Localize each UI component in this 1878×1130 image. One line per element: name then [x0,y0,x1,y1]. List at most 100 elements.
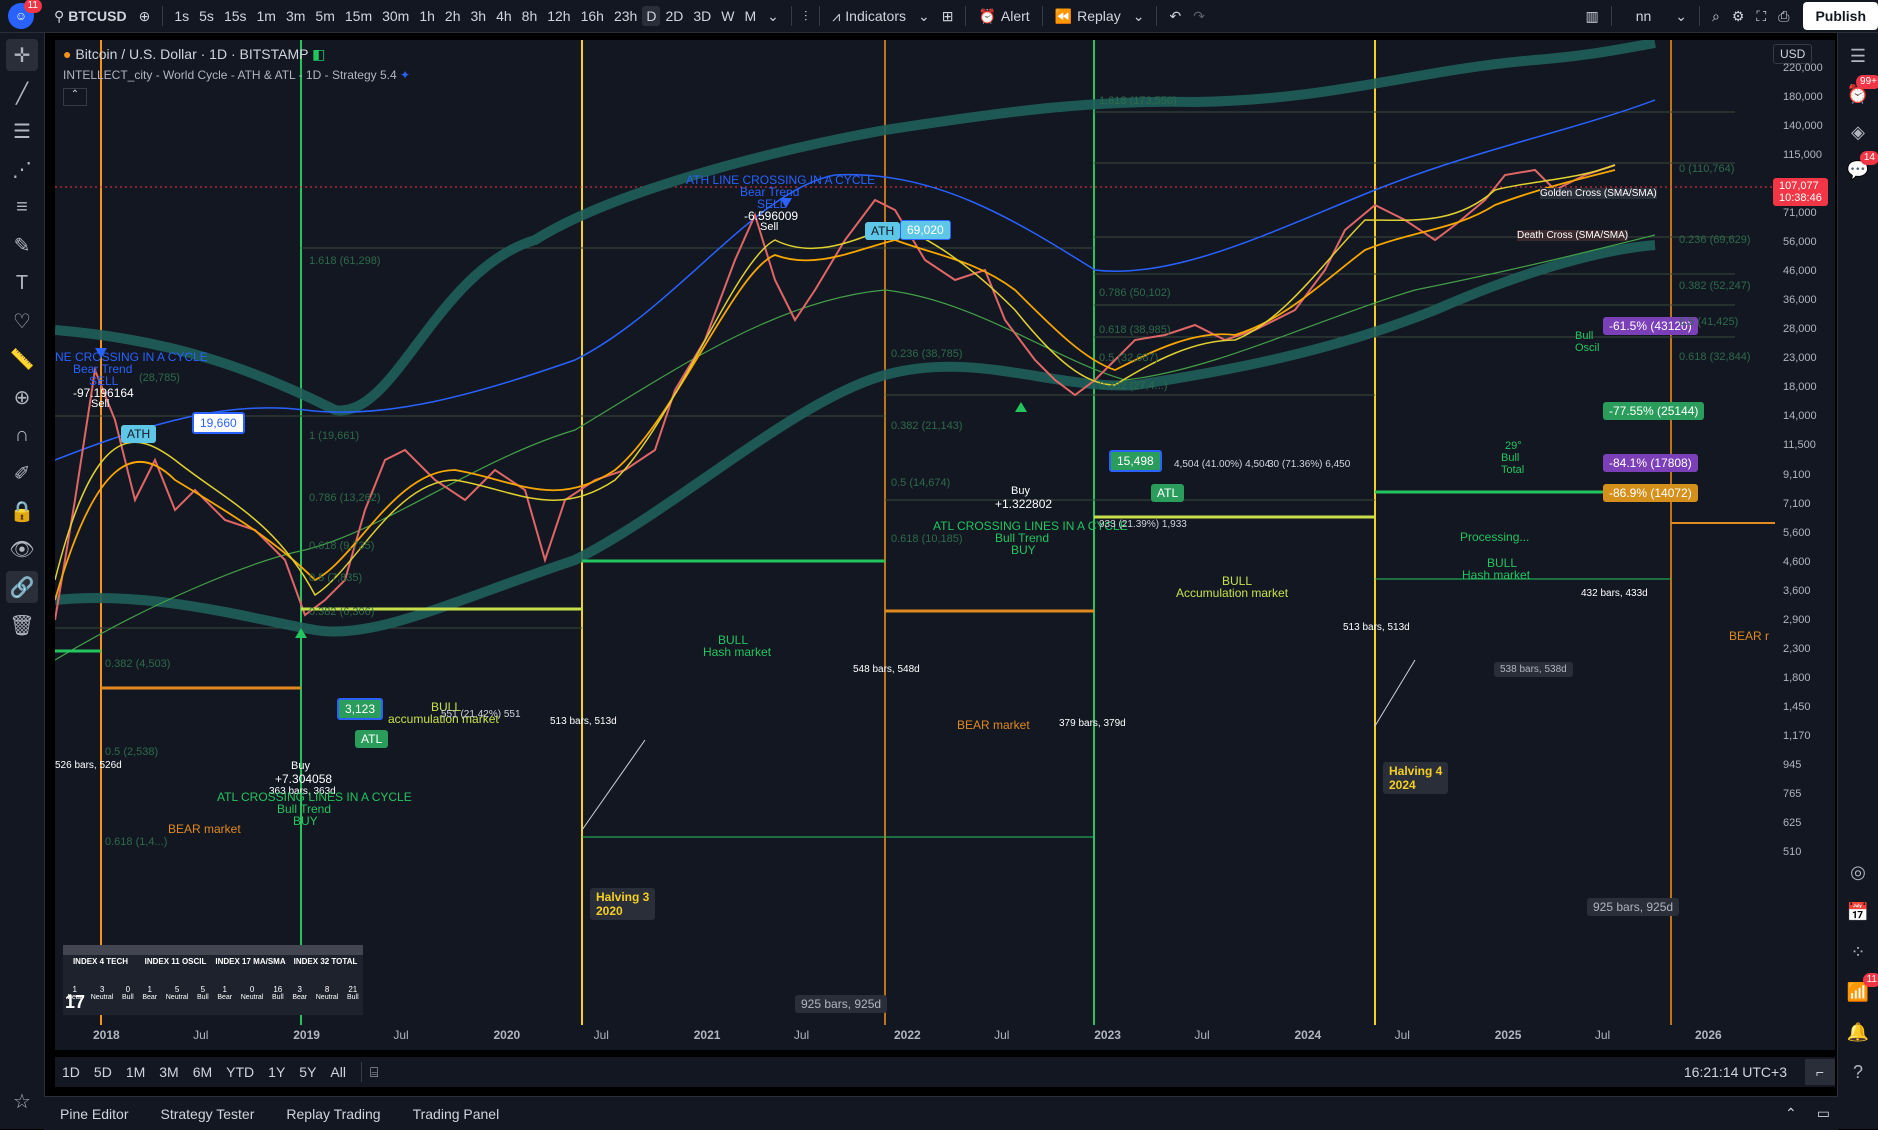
timeframe-23h[interactable]: 23h [609,0,642,32]
pattern-icon[interactable]: ⋰ [6,153,38,185]
horizontal-lines-icon[interactable]: ☰ [6,115,38,147]
go-to-date-icon[interactable]: ⌸ [370,1064,378,1081]
timeframe-2D[interactable]: 2D [660,0,688,32]
strategy-name[interactable]: INTELLECT_city - World Cycle - ATH & ATL… [63,68,397,82]
halving3-pointer [581,739,646,831]
timeframe-12h[interactable]: 12h [542,0,575,32]
collapse-panel-icon[interactable]: ⌃ [1785,1105,1797,1122]
range-All[interactable]: All [323,1064,353,1080]
timeframe-4h[interactable]: 4h [491,0,517,32]
timeframe-16h[interactable]: 16h [576,0,609,32]
fib-icon[interactable]: ≡ [6,191,38,223]
range-6M[interactable]: 6M [186,1064,219,1080]
strategy-settings-icon[interactable]: ✦ [400,68,410,82]
magnet-icon[interactable]: ∩ [6,419,38,451]
range-3M[interactable]: 3M [152,1064,185,1080]
chat-icon[interactable]: 💬 14 [1843,151,1878,185]
fib-05-mid: 0.5 (32,687) [1099,352,1159,364]
eye-icon[interactable]: 👁 [6,533,38,565]
alert-button[interactable]: ⏰ Alert [972,0,1035,32]
timeframe-5s[interactable]: 5s [194,0,219,32]
settings-gear-icon[interactable]: ⚙ [1726,0,1751,32]
user-avatar[interactable]: ☺ 11 [8,0,42,29]
star-icon[interactable]: ☆ [6,1085,38,1117]
range-1Y[interactable]: 1Y [261,1064,292,1080]
index-count-label: Neutral [315,994,339,1001]
chart-settings-icon[interactable]: ⌐ [1805,1059,1835,1085]
lock-icon[interactable]: 🔒 [6,495,38,527]
divider [162,6,164,26]
link-icon[interactable]: 🔗 [6,571,38,603]
bell-icon[interactable]: 🔔 [1843,1017,1873,1047]
divider [819,6,821,26]
timeframe-2h[interactable]: 2h [440,0,466,32]
range-1D[interactable]: 1D [55,1064,87,1080]
trash-icon[interactable]: 🗑 [6,609,38,641]
layers-icon[interactable]: ◈ [1843,117,1873,147]
notifications-badge: 11 [1862,973,1878,987]
brush-icon[interactable]: ✎ [6,229,38,261]
add-symbol-button[interactable]: ⊕ [133,0,157,32]
heart-icon[interactable]: ♡ [6,305,38,337]
symbol-search[interactable]: ⚲ BTCUSD [48,0,133,32]
timeframe-5m[interactable]: 5m [310,0,339,32]
timeframe-1h[interactable]: 1h [414,0,440,32]
collapse-legend-button[interactable]: ⌃ [63,88,87,106]
tab-pine-editor[interactable]: Pine Editor [44,1106,144,1122]
layout-name[interactable]: nn [1618,0,1670,32]
text-icon[interactable]: T [6,267,38,299]
publish-button[interactable]: Publish [1803,2,1878,30]
timeframe-3h[interactable]: 3h [466,0,492,32]
timeframe-1s[interactable]: 1s [169,0,194,32]
range-1M[interactable]: 1M [119,1064,152,1080]
indicators-dropdown-icon[interactable]: ⌄ [912,0,936,32]
signal-icon[interactable]: 📶 11 [1843,973,1878,1007]
indicators-button[interactable]: ⩘ Indicators [826,0,912,32]
watchlist-icon[interactable]: ☰ [1843,41,1873,71]
timeframe-D[interactable]: D [642,6,661,26]
timeframe-15s[interactable]: 15s [219,0,252,32]
trend-line-icon[interactable]: ╱ [6,77,38,109]
currency-selector[interactable]: USD [1773,44,1813,64]
range-YTD[interactable]: YTD [219,1064,261,1080]
maximize-panel-icon[interactable]: ▭ [1817,1105,1830,1122]
layout-grid-icon[interactable]: ▥ [1579,0,1604,32]
chart-type-icon[interactable]: ⫶ [798,0,814,32]
timeframe-3D[interactable]: 3D [688,0,716,32]
replay-dropdown-icon[interactable]: ⌄ [1127,0,1151,32]
price-tick: 7,100 [1783,497,1811,510]
timeframe-3m[interactable]: 3m [281,0,310,32]
layout-dropdown-icon[interactable]: ⌄ [1669,0,1693,32]
quick-search-icon[interactable]: ⌕ [1706,0,1726,32]
clock[interactable]: 16:21:14 UTC+3 [1684,1064,1787,1080]
chart-pane[interactable]: ● Bitcoin / U.S. Dollar · 1D · BITSTAMP … [55,40,1835,1050]
lock-pencil-icon[interactable]: ✐ [6,457,38,489]
calendar-icon[interactable]: 📅 [1843,897,1873,927]
tab-strategy-tester[interactable]: Strategy Tester [144,1106,270,1122]
target-icon[interactable]: ◎ [1843,857,1873,887]
timeframe-8h[interactable]: 8h [517,0,543,32]
undo-icon[interactable]: ↶ [1163,0,1187,32]
zoom-in-icon[interactable]: ⊕ [6,381,38,413]
timeframe-15m[interactable]: 15m [340,0,377,32]
fullscreen-icon[interactable]: ⛶ [1750,0,1772,32]
range-5Y[interactable]: 5Y [292,1064,323,1080]
templates-icon[interactable]: ⊞ [936,0,960,32]
tab-trading-panel[interactable]: Trading Panel [397,1106,516,1122]
camera-icon[interactable]: ⎙ [1772,0,1795,32]
tab-replay-trading[interactable]: Replay Trading [270,1106,396,1122]
timeframe-M[interactable]: M [739,0,761,32]
buy-signal-1: +7.304058 [275,772,333,786]
help-icon[interactable]: ? [1843,1057,1873,1087]
alerts-clock-icon[interactable]: ⏰ 99+ [1843,75,1878,109]
timeframe-W[interactable]: W [716,0,739,32]
timeframe-1m[interactable]: 1m [252,0,281,32]
apps-grid-icon[interactable]: ⁘ [1843,937,1873,967]
timeframe-dropdown-icon[interactable]: ⌄ [761,0,785,32]
range-5D[interactable]: 5D [87,1064,119,1080]
timeframe-30m[interactable]: 30m [377,0,414,32]
crosshair-icon[interactable]: ✛ [6,39,38,71]
redo-icon[interactable]: ↷ [1187,0,1211,32]
replay-button[interactable]: ⏪ Replay [1049,0,1127,32]
ruler-icon[interactable]: 📏 [6,343,38,375]
